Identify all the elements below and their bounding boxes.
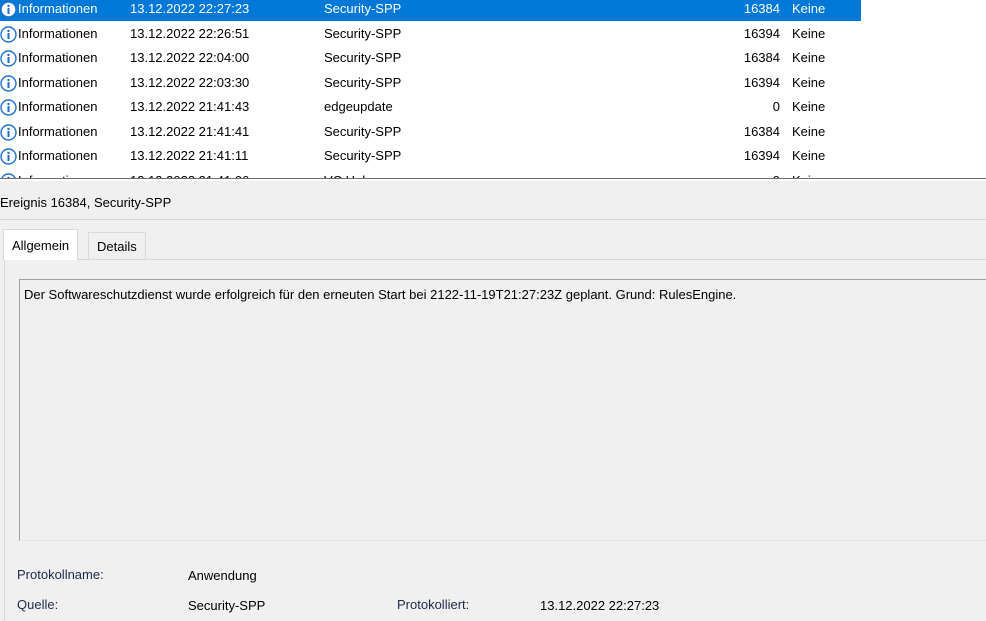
event-date: 13.12.2022 21:41:11 <box>130 148 249 163</box>
event-row[interactable]: Informationen 13.12.2022 22:26:51 Security… <box>0 25 986 49</box>
tab-general[interactable]: Allgemein <box>3 229 79 260</box>
event-category: Keine <box>792 74 826 90</box>
event-id: 0 <box>772 99 780 114</box>
event-source: Security-SPP <box>324 25 402 41</box>
logged-value: 13.12.2022 22:27:23 <box>540 598 660 613</box>
event-id: 16384 <box>743 50 780 65</box>
event-source: Security-SPP <box>324 74 402 90</box>
event-category: Keine <box>792 1 826 16</box>
event-category: Keine <box>792 25 826 41</box>
source-label: Quelle: <box>17 597 59 612</box>
event-level: Informationen <box>18 148 98 163</box>
info-icon <box>0 50 17 67</box>
event-row[interactable]: Informationen 13.12.2022 22:03:30 Security… <box>0 74 986 98</box>
event-source: Security-SPP <box>324 50 402 65</box>
event-row[interactable]: Informationen 13.12.2022 21:41:41 Security… <box>0 123 986 147</box>
event-id: 16394 <box>743 74 780 90</box>
log-name-value: Anwendung <box>188 568 257 583</box>
event-category: Keine <box>792 123 826 139</box>
event-level: Informationen <box>18 74 98 90</box>
info-icon <box>0 25 17 43</box>
event-source: Security-SPP <box>324 1 402 16</box>
event-detail-title: Ereignis 16384, Security-SPP <box>0 195 172 210</box>
event-row[interactable]: Informationen 13.12.2022 22:27:23 Security… <box>0 0 986 24</box>
info-icon <box>0 148 17 165</box>
info-icon <box>0 99 17 116</box>
event-level: Informationen <box>18 123 98 139</box>
detail-header: Ereignis 16384, Security-SPP <box>0 181 986 220</box>
event-level: Informationen <box>18 25 98 41</box>
info-icon <box>0 1 17 18</box>
event-source: Security-SPP <box>324 123 402 139</box>
event-level: Informationen <box>18 99 98 114</box>
event-id: 16394 <box>743 25 780 41</box>
event-source: Security-SPP <box>324 148 402 163</box>
event-date: 13.12.2022 21:41:41 <box>130 123 250 139</box>
event-message-text: Der Softwareschutzdienst wurde erfolgrei… <box>24 287 737 302</box>
log-name-label: Protokollname: <box>17 567 104 582</box>
event-row[interactable]: Informationen 13.12.2022 21:41:11 Security… <box>0 147 986 171</box>
event-date: 13.12.2022 21:41:43 <box>130 99 250 114</box>
event-id: 16384 <box>743 1 780 16</box>
event-date: 13.12.2022 22:03:30 <box>130 74 250 90</box>
event-date: 13.12.2022 22:26:51 <box>130 25 250 41</box>
event-level: Informationen <box>18 50 98 65</box>
info-icon <box>0 74 17 92</box>
event-category: Keine <box>792 99 826 114</box>
event-date: 13.12.2022 22:27:23 <box>130 1 250 16</box>
event-category: Keine <box>792 148 826 163</box>
logged-label: Protokolliert: <box>397 597 470 612</box>
event-row[interactable]: Informationen 13.12.2022 21:41:43 edgeupda… <box>0 98 986 122</box>
source-value: Security-SPP <box>188 598 266 613</box>
tab-details[interactable]: Details <box>88 232 146 260</box>
event-level: Informationen <box>18 1 98 16</box>
event-list[interactable]: Informationen 13.12.2022 22:27:23 Security… <box>0 0 986 180</box>
event-id: 16384 <box>743 123 780 139</box>
event-category: Keine <box>792 50 826 65</box>
info-icon <box>0 123 17 141</box>
event-source: edgeupdate <box>324 99 393 114</box>
event-date: 13.12.2022 22:04:00 <box>130 50 250 65</box>
event-id: 16394 <box>743 148 780 163</box>
event-row[interactable]: Informationen 13.12.2022 22:04:00 Security… <box>0 49 986 73</box>
event-message-box[interactable]: Der Softwareschutzdienst wurde erfolgrei… <box>19 279 986 541</box>
